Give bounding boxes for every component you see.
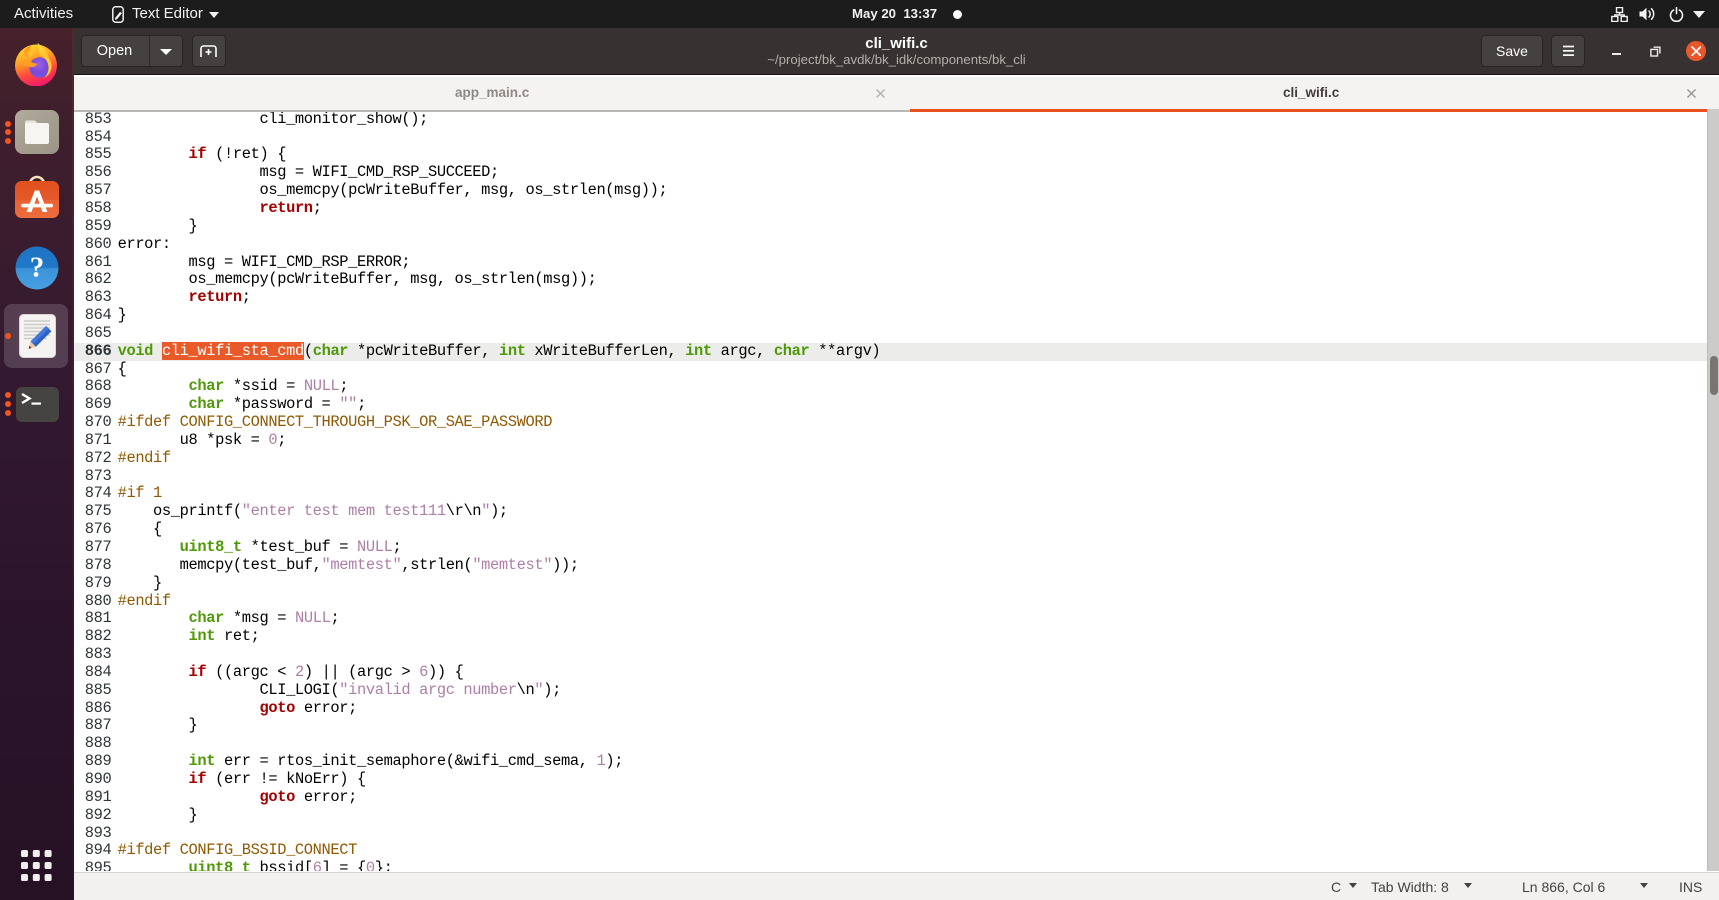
svg-text:?: ? (30, 252, 45, 284)
